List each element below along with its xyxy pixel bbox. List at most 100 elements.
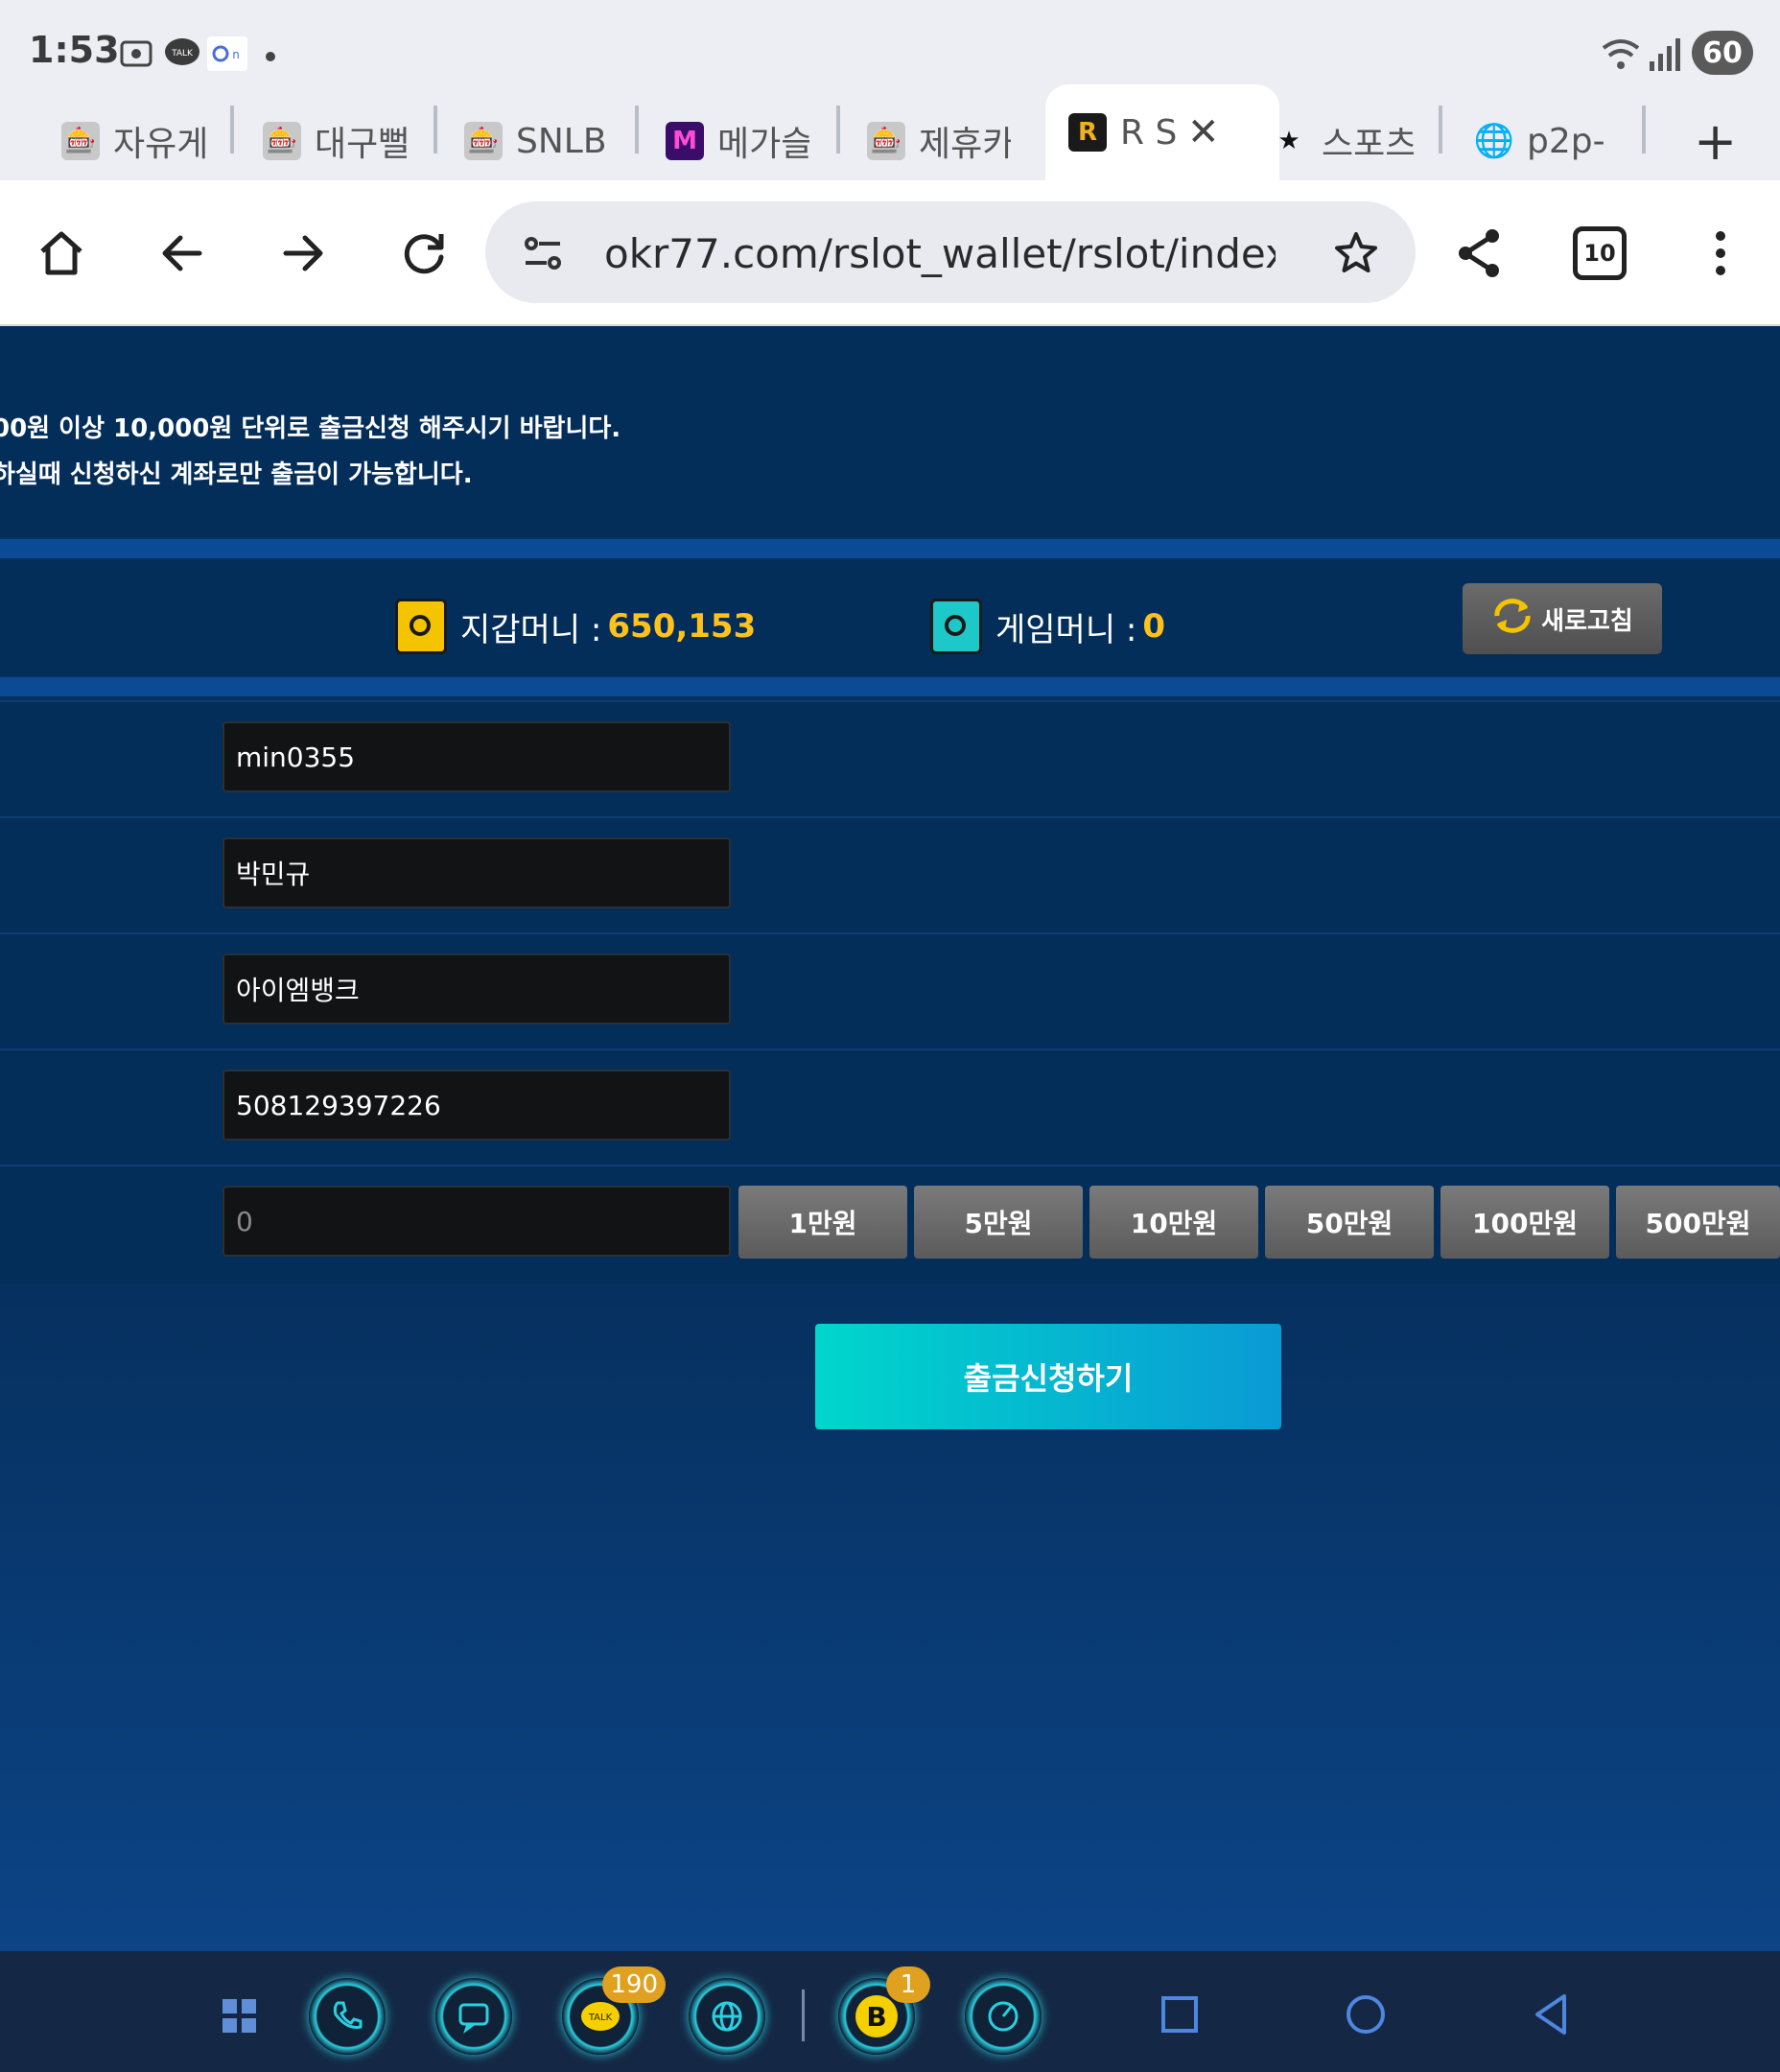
- navigation-bar: TALK 190 B 1: [0, 1951, 1780, 2072]
- slot-icon: 🎰: [464, 122, 503, 160]
- notification-badge: 190: [602, 1966, 666, 2003]
- browser-app-icon[interactable]: [689, 1978, 765, 2055]
- reload-icon[interactable]: [393, 223, 455, 284]
- notice-line-1: 00원 이상 10,000원 단위로 출금신청 해주시기 바랍니다.: [0, 414, 621, 443]
- notification-badge: 1: [886, 1966, 930, 2003]
- tab-item[interactable]: 🌐 p2p-: [1475, 102, 1619, 180]
- messages-app-icon[interactable]: [435, 1978, 512, 2055]
- notice-line-2: 하실때 신청하신 계좌로만 출금이 가능합니다.: [0, 460, 473, 489]
- refresh-label: 새로고침: [1541, 606, 1633, 636]
- safe-icon: [395, 599, 447, 654]
- tab-item[interactable]: ★ 스포츠: [1270, 102, 1414, 180]
- tab-close-icon[interactable]: ✕: [1187, 110, 1220, 154]
- tab-strip: 🎰 자유게 🎰 대구뻘 🎰 SNLB M 메가슬 🎰 제휴카 R R S ✕ ★…: [0, 84, 1780, 180]
- svg-text:TALK: TALK: [588, 2013, 613, 2023]
- home-icon[interactable]: [31, 223, 92, 284]
- tab-label: 대구뻘: [315, 125, 407, 164]
- tab-label: p2p-: [1527, 121, 1605, 161]
- tab-divider: [635, 106, 639, 153]
- tab-switcher-button[interactable]: 10: [1569, 223, 1630, 284]
- back-arrow-icon[interactable]: [152, 223, 213, 284]
- address-bar[interactable]: okr77.com/rslot_wallet/rslot/index.asp: [485, 201, 1416, 303]
- phone-app-icon[interactable]: [309, 1978, 386, 2055]
- tab-count: 10: [1573, 226, 1627, 280]
- status-bar: 1:53 TALK n 60: [0, 0, 1780, 84]
- star-logo-icon: ★: [1277, 127, 1300, 155]
- svg-text:n: n: [232, 48, 240, 61]
- wallet-money: 지갑머니 : 650,153: [395, 599, 756, 654]
- withdraw-submit-button[interactable]: 출금신청하기: [815, 1324, 1281, 1429]
- amount-button-10k[interactable]: 1만원: [738, 1186, 907, 1259]
- tab-item[interactable]: 🎰 대구뻘: [263, 102, 407, 180]
- more-menu-icon[interactable]: [1690, 223, 1751, 284]
- amount-input[interactable]: 0: [222, 1186, 731, 1257]
- tab-divider: [1642, 106, 1646, 153]
- tab-item[interactable]: 🎰 제휴카: [867, 102, 1011, 180]
- refresh-icon: [1491, 597, 1534, 642]
- safe-icon: [930, 599, 982, 654]
- site-settings-icon[interactable]: [520, 230, 566, 280]
- tab-divider: [433, 106, 437, 153]
- amount-button-50k[interactable]: 5만원: [914, 1186, 1083, 1259]
- r-logo-icon: R: [1068, 113, 1107, 152]
- globe-icon: 🌐: [1475, 122, 1515, 160]
- wallet-money-label: 지갑머니 :: [460, 610, 602, 649]
- svg-text:TALK: TALK: [171, 49, 194, 59]
- tab-divider: [836, 106, 840, 153]
- bank-row: 아이엠뱅크: [0, 932, 1780, 1049]
- bank-field[interactable]: 아이엠뱅크: [222, 954, 731, 1024]
- wifi-icon: [1600, 35, 1642, 77]
- divider-band: [0, 677, 1780, 696]
- userid-field[interactable]: min0355: [222, 721, 731, 792]
- bookmark-star-icon[interactable]: [1333, 230, 1379, 280]
- app-grid-icon[interactable]: [201, 1978, 278, 2055]
- tab-item[interactable]: 🎰 SNLB: [464, 102, 608, 180]
- tab-item[interactable]: 🎰 자유게: [61, 102, 205, 180]
- withdrawal-notice: 00원 이상 10,000원 단위로 출금신청 해주시기 바랍니다. 하실때 신…: [0, 326, 1780, 537]
- battery-icon: 60: [1692, 31, 1753, 75]
- amount-button-1m[interactable]: 100만원: [1440, 1186, 1609, 1259]
- amount-button-500k[interactable]: 50만원: [1265, 1186, 1434, 1259]
- tab-divider: [1439, 106, 1442, 153]
- recent-apps-icon[interactable]: [1151, 1986, 1208, 2043]
- amount-row: 0 1만원 5만원 10만원 50만원 100만원 500만원: [0, 1165, 1780, 1283]
- share-icon[interactable]: [1448, 223, 1510, 284]
- slot-icon: 🎰: [263, 122, 301, 160]
- forward-arrow-icon[interactable]: [272, 223, 334, 284]
- tab-label: SNLB: [516, 121, 607, 161]
- browser-toolbar: okr77.com/rslot_wallet/rslot/index.asp 1…: [0, 180, 1780, 326]
- page-content: 00원 이상 10,000원 단위로 출금신청 해주시기 바랍니다. 하실때 신…: [0, 326, 1780, 1951]
- on-icon: n: [207, 36, 247, 75]
- tab-label: R S: [1120, 112, 1178, 153]
- tab-label: 제휴카: [919, 125, 1011, 164]
- name-field[interactable]: 박민규: [222, 837, 731, 908]
- game-money-value: 0: [1142, 607, 1166, 646]
- refresh-button[interactable]: 새로고침: [1463, 583, 1662, 654]
- tab-item[interactable]: M 메가슬: [666, 102, 809, 180]
- dock-divider: [802, 1990, 805, 2041]
- slot-icon: 🎰: [61, 122, 100, 160]
- m-logo-icon: M: [666, 122, 704, 160]
- account-field[interactable]: 508129397226: [222, 1070, 731, 1141]
- amount-button-5m[interactable]: 500만원: [1616, 1186, 1780, 1259]
- tab-label: 자유게: [113, 125, 205, 164]
- url-text[interactable]: okr77.com/rslot_wallet/rslot/index.asp: [604, 230, 1276, 277]
- kakaotalk-app-icon[interactable]: TALK 190: [562, 1966, 666, 2055]
- name-row: 박민규: [0, 816, 1780, 933]
- divider-band: [0, 539, 1780, 558]
- back-nav-icon[interactable]: [1523, 1986, 1581, 2043]
- tab-item-active[interactable]: R R S ✕: [1045, 84, 1279, 180]
- wallet-money-value: 650,153: [607, 607, 757, 646]
- userid-row: min0355: [0, 700, 1780, 817]
- tab-label: 메가슬: [717, 125, 809, 164]
- speed-app-icon[interactable]: [965, 1978, 1042, 2055]
- b-app-icon[interactable]: B 1: [838, 1966, 930, 2055]
- home-nav-icon[interactable]: [1337, 1986, 1394, 2043]
- account-row: 508129397226: [0, 1048, 1780, 1166]
- status-time: 1:53: [29, 29, 120, 71]
- slot-icon: 🎰: [867, 122, 905, 160]
- signal-icon: [1648, 35, 1682, 77]
- balance-row: 지갑머니 : 650,153 게임머니 : 0 새로고침: [0, 560, 1780, 675]
- amount-button-100k[interactable]: 10만원: [1089, 1186, 1258, 1259]
- new-tab-button[interactable]: +: [1694, 102, 1742, 180]
